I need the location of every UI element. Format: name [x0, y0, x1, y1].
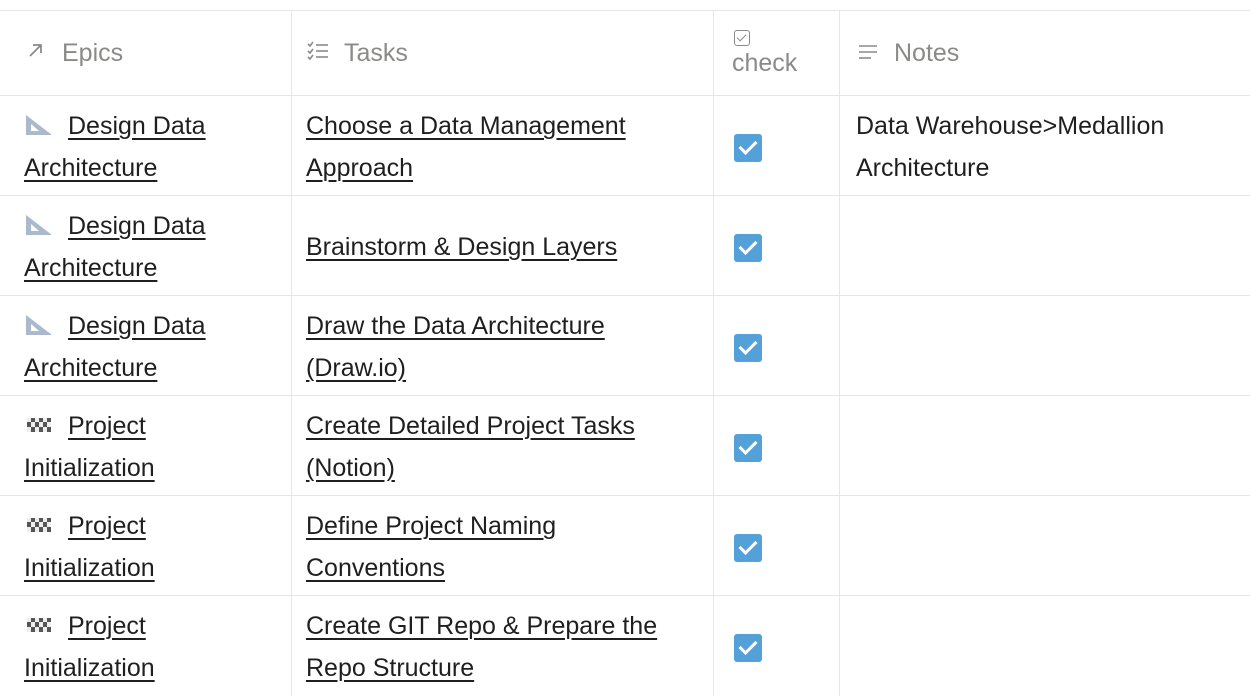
notes-text — [856, 496, 1238, 505]
check-cell — [714, 96, 840, 195]
task-checkbox[interactable] — [734, 434, 762, 462]
task-checkbox[interactable] — [734, 334, 762, 362]
notes-text: Data Warehouse>Medallion Architecture — [856, 112, 1165, 182]
tasks-table: Epics Tasks check Notes Design Data Arch… — [0, 10, 1250, 696]
task-cell[interactable]: Draw the Data Architecture (Draw.io) — [292, 296, 714, 395]
task-cell[interactable]: Choose a Data Management Approach — [292, 96, 714, 195]
checkered-flag-icon — [24, 508, 56, 532]
epic-cell[interactable]: Project Initialization — [0, 496, 292, 595]
task-link[interactable]: Create GIT Repo & Prepare the Repo Struc… — [306, 596, 701, 689]
checkered-flag-icon — [24, 408, 56, 432]
checkered-flag-icon — [24, 608, 56, 632]
epic-link[interactable]: Project — [68, 412, 146, 440]
column-header-check-label: check — [732, 49, 798, 77]
task-cell[interactable]: Create GIT Repo & Prepare the Repo Struc… — [292, 596, 714, 696]
epic-link[interactable]: Design Data — [68, 212, 206, 240]
notes-text — [856, 296, 1238, 305]
table-header: Epics Tasks check Notes — [0, 10, 1250, 96]
notes-cell[interactable]: Data Warehouse>Medallion Architecture — [840, 96, 1250, 195]
column-header-check[interactable]: check — [714, 11, 840, 95]
task-link[interactable]: Choose a Data Management Approach — [306, 96, 701, 189]
task-link[interactable]: Define Project Naming Conventions — [306, 496, 701, 589]
notes-text — [856, 396, 1238, 405]
table-row: Project Initialization Define Project Na… — [0, 496, 1250, 596]
column-header-epics-label: Epics — [62, 38, 124, 67]
epic-cell[interactable]: Design Data Architecture — [0, 196, 292, 295]
epic-cell[interactable]: Design Data Architecture — [0, 96, 292, 195]
epic-link[interactable]: Design Data — [68, 312, 206, 340]
epic-cell[interactable]: Project Initialization — [0, 596, 292, 696]
column-header-tasks-label: Tasks — [344, 38, 408, 67]
notes-text — [856, 596, 1238, 605]
table-row: Design Data Architecture Brainstorm & De… — [0, 196, 1250, 296]
column-header-notes[interactable]: Notes — [840, 11, 1250, 95]
epic-link-line2[interactable]: Initialization — [24, 654, 155, 682]
column-header-epics[interactable]: Epics — [0, 11, 292, 95]
epic-link-line2[interactable]: Architecture — [24, 154, 157, 182]
table-row: Design Data Architecture Draw the Data A… — [0, 296, 1250, 396]
epic-cell[interactable]: Design Data Architecture — [0, 296, 292, 395]
column-header-notes-label: Notes — [894, 38, 960, 67]
epic-link-line2[interactable]: Architecture — [24, 354, 157, 382]
check-cell — [714, 596, 840, 696]
arrow-up-right-icon — [24, 40, 48, 66]
epic-link[interactable]: Project — [68, 612, 146, 640]
epic-link-line2[interactable]: Initialization — [24, 454, 155, 482]
task-cell[interactable]: Brainstorm & Design Layers — [292, 196, 714, 295]
notes-text — [856, 196, 1238, 205]
task-cell[interactable]: Define Project Naming Conventions — [292, 496, 714, 595]
check-cell — [714, 196, 840, 295]
task-checkbox[interactable] — [734, 534, 762, 562]
task-link[interactable]: Create Detailed Project Tasks (Notion) — [306, 396, 701, 489]
triangle-ruler-icon — [24, 208, 56, 235]
check-cell — [714, 496, 840, 595]
task-link[interactable]: Brainstorm & Design Layers — [306, 196, 701, 268]
epic-link[interactable]: Design Data — [68, 112, 206, 140]
epic-link-line2[interactable]: Initialization — [24, 554, 155, 582]
epic-link[interactable]: Project — [68, 512, 146, 540]
text-lines-icon — [856, 40, 880, 66]
table-row: Project Initialization Create Detailed P… — [0, 396, 1250, 496]
table-row: Design Data Architecture Choose a Data M… — [0, 96, 1250, 196]
task-checkbox[interactable] — [734, 134, 762, 162]
triangle-ruler-icon — [24, 308, 56, 335]
check-cell — [714, 396, 840, 495]
task-checkbox[interactable] — [734, 634, 762, 662]
checklist-icon — [306, 40, 330, 66]
epic-link-line2[interactable]: Architecture — [24, 254, 157, 282]
table-row: Project Initialization Create GIT Repo &… — [0, 596, 1250, 696]
notes-cell[interactable] — [840, 596, 1250, 696]
epic-cell[interactable]: Project Initialization — [0, 396, 292, 495]
task-cell[interactable]: Create Detailed Project Tasks (Notion) — [292, 396, 714, 495]
notes-cell[interactable] — [840, 396, 1250, 495]
triangle-ruler-icon — [24, 108, 56, 135]
task-checkbox[interactable] — [734, 234, 762, 262]
task-link[interactable]: Draw the Data Architecture (Draw.io) — [306, 296, 701, 389]
check-cell — [714, 296, 840, 395]
notes-cell[interactable] — [840, 196, 1250, 295]
column-header-tasks[interactable]: Tasks — [292, 11, 714, 95]
checkbox-icon — [734, 30, 750, 46]
notes-cell[interactable] — [840, 496, 1250, 595]
notes-cell[interactable] — [840, 296, 1250, 395]
